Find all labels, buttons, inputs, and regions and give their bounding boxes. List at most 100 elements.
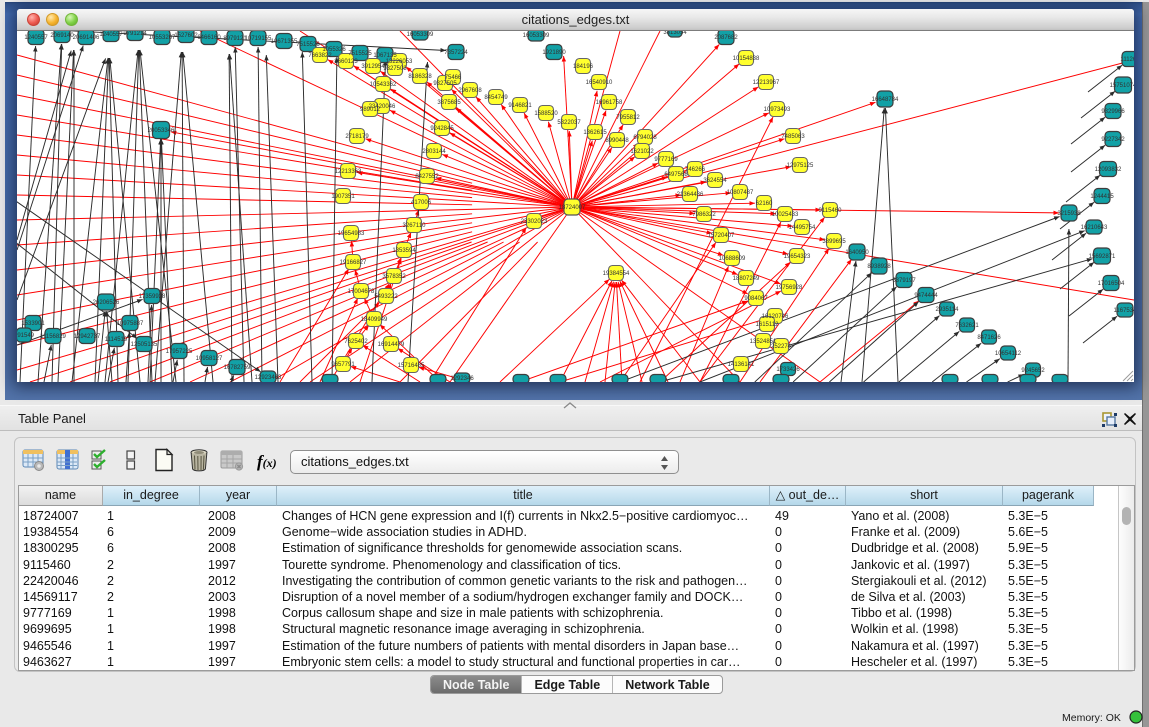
svg-text:9245652: 9245652 xyxy=(1021,368,1045,374)
svg-text:15716485: 15716485 xyxy=(398,363,425,369)
svg-text:12505135: 12505135 xyxy=(131,342,158,348)
svg-text:1244415: 1244415 xyxy=(1090,194,1114,200)
svg-text:62160: 62160 xyxy=(756,201,773,207)
svg-text:12942737: 12942737 xyxy=(74,334,101,340)
svg-text:10719155: 10719155 xyxy=(245,36,272,42)
svg-text:5322037: 5322037 xyxy=(557,120,581,126)
svg-text:1167534: 1167534 xyxy=(1114,308,1134,314)
svg-text:17359928: 17359928 xyxy=(139,294,166,300)
svg-text:7632621: 7632621 xyxy=(955,323,979,329)
svg-text:10688609: 10688609 xyxy=(719,256,746,262)
svg-text:13226053: 13226053 xyxy=(386,59,413,65)
svg-text:10553267: 10553267 xyxy=(149,35,176,41)
svg-text:18409949: 18409949 xyxy=(361,317,388,323)
svg-text:10025433: 10025433 xyxy=(772,212,799,218)
svg-text:16914479: 16914479 xyxy=(378,342,405,348)
svg-text:3578352: 3578352 xyxy=(382,274,406,280)
svg-text:75466: 75466 xyxy=(445,75,462,81)
svg-text:19654983: 19654983 xyxy=(338,231,365,237)
svg-text:12975125: 12975125 xyxy=(787,163,814,169)
svg-text:10807487: 10807487 xyxy=(727,190,754,196)
svg-text:1362615: 1362615 xyxy=(583,130,607,136)
svg-text:18807249: 18807249 xyxy=(733,276,760,282)
svg-text:7986322: 7986322 xyxy=(692,212,716,218)
svg-text:1621022: 1621022 xyxy=(630,149,654,155)
svg-text:21364436: 21364436 xyxy=(677,192,704,198)
svg-text:7663822: 7663822 xyxy=(308,53,332,59)
svg-text:3624554: 3624554 xyxy=(703,178,727,184)
svg-text:7625402: 7625402 xyxy=(344,339,368,345)
svg-text:7515525: 7515525 xyxy=(348,51,372,57)
svg-text:9115460: 9115460 xyxy=(819,208,843,214)
svg-text:2069140: 2069140 xyxy=(50,33,74,39)
svg-text:7955812: 7955812 xyxy=(616,115,640,121)
svg-text:3813054: 3813054 xyxy=(663,31,687,36)
svg-text:9327503: 9327503 xyxy=(383,66,407,72)
svg-text:19654323: 19654323 xyxy=(784,254,811,260)
svg-text:6794028: 6794028 xyxy=(633,135,657,141)
svg-text:16120746: 16120746 xyxy=(762,314,789,320)
svg-text:1114519: 1114519 xyxy=(105,337,128,343)
svg-text:17004678: 17004678 xyxy=(348,289,375,295)
svg-text:1640950: 1640950 xyxy=(845,250,869,256)
svg-text:19384554: 19384554 xyxy=(603,271,630,277)
svg-text:184196: 184196 xyxy=(573,64,594,70)
svg-text:16540910: 16540910 xyxy=(586,80,613,86)
svg-text:10654112: 10654112 xyxy=(995,351,1022,357)
svg-text:9329966: 9329966 xyxy=(1101,109,1125,115)
svg-text:9474444: 9474444 xyxy=(914,293,938,299)
svg-text:10975887: 10975887 xyxy=(117,321,144,327)
svg-text:8427552: 8427552 xyxy=(415,174,439,180)
svg-text:15720407: 15720407 xyxy=(708,233,735,239)
svg-text:16961758: 16961758 xyxy=(596,100,623,106)
svg-text:10671355: 10671355 xyxy=(271,39,298,45)
svg-text:3267110: 3267110 xyxy=(403,223,427,229)
svg-text:15692871: 15692871 xyxy=(1089,254,1116,260)
svg-text:2935114: 2935114 xyxy=(936,307,960,313)
svg-text:111267: 111267 xyxy=(1120,57,1134,63)
svg-text:2803144: 2803144 xyxy=(422,149,446,155)
svg-text:9657791: 9657791 xyxy=(331,362,355,368)
svg-text:9084067: 9084067 xyxy=(744,296,768,302)
svg-text:16648784: 16648784 xyxy=(872,97,899,103)
svg-text:1907351: 1907351 xyxy=(331,194,355,200)
svg-text:8454749: 8454749 xyxy=(484,95,508,101)
svg-text:10973493: 10973493 xyxy=(764,107,791,113)
svg-text:9242845: 9242845 xyxy=(430,126,454,132)
svg-text:252274: 252274 xyxy=(771,344,792,350)
svg-text:3215938: 3215938 xyxy=(1057,211,1081,217)
svg-text:1353594: 1353594 xyxy=(392,248,416,254)
svg-text:19756928: 19756928 xyxy=(776,285,803,291)
svg-text:20053346: 20053346 xyxy=(148,128,175,134)
svg-text:7357224: 7357224 xyxy=(444,50,468,56)
svg-text:1733426: 1733426 xyxy=(776,367,800,373)
svg-text:8660123: 8660123 xyxy=(334,59,358,65)
svg-text:9327505: 9327505 xyxy=(433,81,457,87)
svg-text:16782759: 16782759 xyxy=(224,365,251,371)
svg-text:11156829: 11156829 xyxy=(40,334,66,340)
svg-text:16053309: 16053309 xyxy=(523,33,550,39)
svg-text:1615112: 1615112 xyxy=(756,322,780,328)
svg-text:26206526: 26206526 xyxy=(93,300,120,306)
svg-text:14136141: 14136141 xyxy=(728,362,755,368)
svg-text:12213967: 12213967 xyxy=(753,80,780,86)
svg-text:17957225: 17957225 xyxy=(166,349,193,355)
svg-text:9777169: 9777169 xyxy=(654,157,678,163)
svg-text:1588520: 1588520 xyxy=(534,111,558,117)
svg-text:16210643: 16210643 xyxy=(1081,225,1108,231)
svg-text:1240557: 1240557 xyxy=(24,35,48,41)
svg-text:23302023: 23302023 xyxy=(521,219,548,225)
svg-text:6379197: 6379197 xyxy=(892,278,916,284)
svg-text:7515526: 7515526 xyxy=(296,42,320,48)
svg-text:1527602: 1527602 xyxy=(174,33,198,39)
svg-text:12923463: 12923463 xyxy=(255,375,282,381)
svg-text:10543362: 10543362 xyxy=(370,82,397,88)
svg-text:1240557: 1240557 xyxy=(99,32,123,38)
svg-text:8186328: 8186328 xyxy=(408,74,432,80)
svg-text:6466160: 6466160 xyxy=(197,35,221,41)
svg-text:1292346: 1292346 xyxy=(450,376,474,382)
svg-text:991549: 991549 xyxy=(17,333,35,339)
svg-text:18724007: 18724007 xyxy=(559,205,586,211)
svg-text:19166827: 19166827 xyxy=(340,260,367,266)
svg-text:7485063: 7485063 xyxy=(781,134,805,140)
